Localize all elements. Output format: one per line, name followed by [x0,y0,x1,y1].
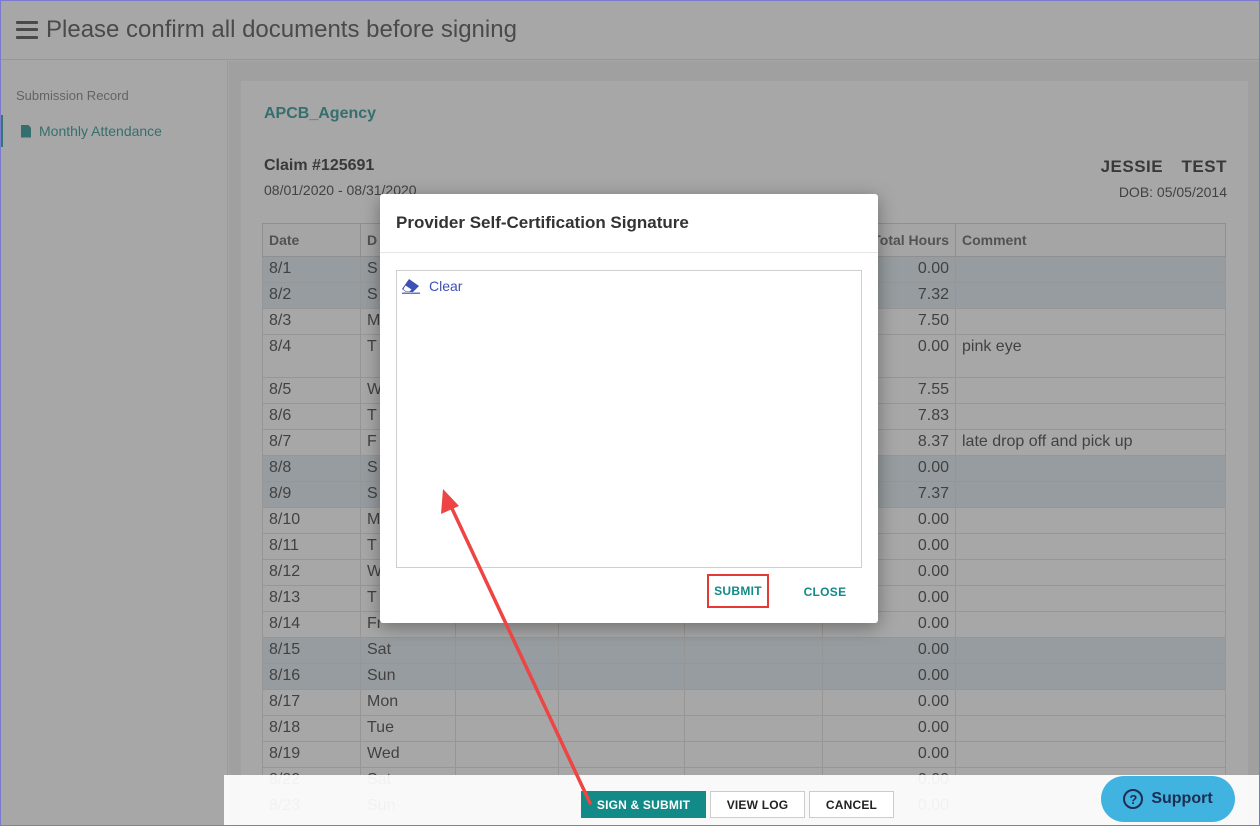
clear-label: Clear [429,278,463,294]
modal-title: Provider Self-Certification Signature [396,213,689,232]
bottom-action-bar: SIGN & SUBMIT VIEW LOG CANCEL ? Support [224,775,1260,826]
clear-signature-button[interactable]: Clear [401,278,462,294]
modal-submit-button[interactable]: SUBMIT [707,574,769,608]
view-log-button[interactable]: VIEW LOG [710,791,805,818]
signature-pad[interactable]: Clear [396,270,862,568]
eraser-icon [402,279,420,294]
signature-modal: Provider Self-Certification Signature Cl… [380,194,878,623]
modal-close-button[interactable]: CLOSE [792,580,858,604]
support-button[interactable]: ? Support [1101,776,1235,822]
cancel-button[interactable]: CANCEL [809,791,894,818]
support-label: Support [1151,790,1213,807]
help-circle-icon: ? [1123,789,1144,809]
modal-divider [380,252,878,253]
sign-submit-button[interactable]: SIGN & SUBMIT [581,791,706,818]
